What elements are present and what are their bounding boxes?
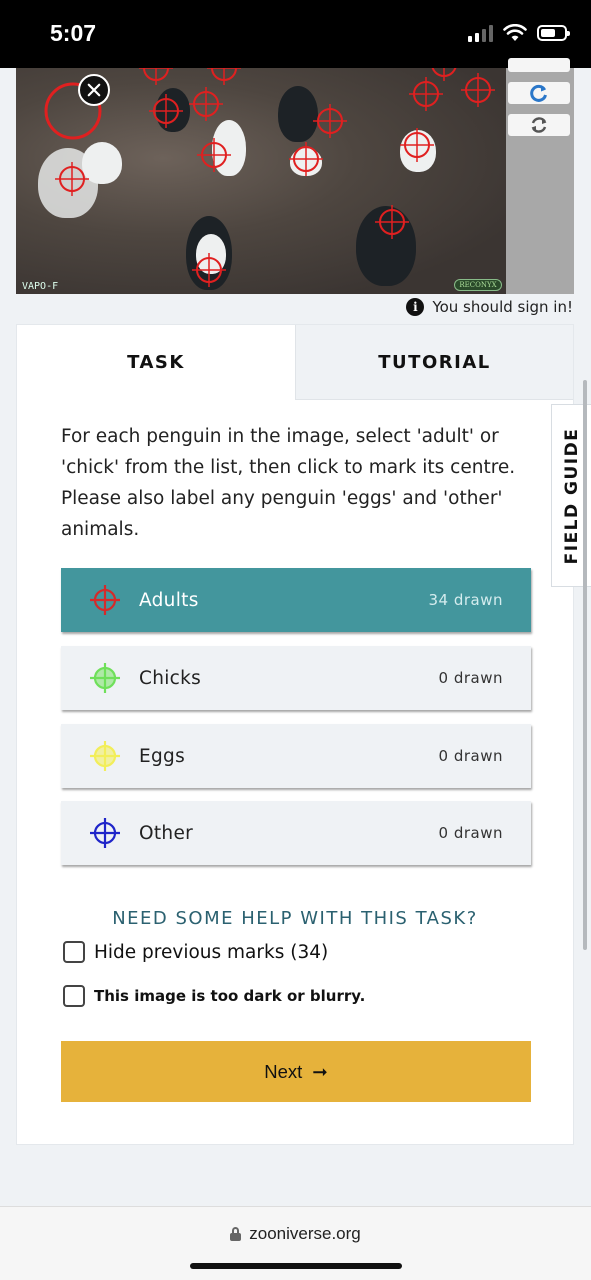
adult-mark[interactable] [192, 253, 226, 287]
answer-label: Other [139, 822, 194, 844]
subject-viewer: VAPO-F RECONYX [16, 58, 574, 294]
sign-in-note: i You should sign in! [406, 298, 573, 316]
home-indicator[interactable] [190, 1263, 402, 1269]
too-dark-checkbox[interactable] [63, 985, 85, 1007]
scrollbar[interactable] [583, 380, 587, 950]
hide-marks-checkbox[interactable] [63, 941, 85, 963]
rotate-icon [531, 117, 547, 133]
crosshair-icon [90, 663, 120, 693]
subject-image[interactable]: VAPO-F RECONYX [16, 68, 506, 294]
answer-count: 0 drawn [438, 669, 503, 687]
crosshair-icon [90, 585, 120, 615]
answer-adults[interactable]: Adults 34 drawn [61, 568, 531, 632]
camera-brand: RECONYX [454, 279, 502, 291]
lock-icon [230, 1227, 242, 1241]
next-button[interactable]: Next ➞ [61, 1041, 531, 1102]
crosshair-icon [90, 741, 120, 771]
refresh-icon [530, 84, 547, 102]
camera-label: VAPO-F [22, 281, 59, 292]
task-tabs: TASK TUTORIAL [17, 325, 573, 400]
field-guide-label: FIELD GUIDE [561, 427, 582, 564]
adult-mark[interactable] [149, 94, 183, 128]
adult-mark[interactable] [139, 68, 173, 85]
reset-view-button[interactable] [508, 82, 570, 104]
adult-mark[interactable] [189, 87, 223, 121]
answer-eggs[interactable]: Eggs 0 drawn [61, 724, 531, 788]
browser-bar: zooniverse.org [0, 1206, 591, 1280]
adult-mark[interactable] [289, 142, 323, 176]
tab-tutorial[interactable]: TUTORIAL [295, 325, 573, 400]
tab-task[interactable]: TASK [17, 325, 295, 400]
adult-mark[interactable] [207, 68, 241, 85]
task-instructions: For each penguin in the image, select 'a… [61, 426, 516, 540]
answer-chicks[interactable]: Chicks 0 drawn [61, 646, 531, 710]
info-icon: i [406, 298, 425, 316]
task-panel: TASK TUTORIAL For each penguin in the im… [16, 324, 574, 1145]
wifi-icon [503, 24, 527, 41]
help-link[interactable]: NEED SOME HELP WITH THIS TASK? [17, 908, 573, 929]
answer-label: Eggs [139, 745, 186, 767]
too-dark-label: This image is too dark or blurry. [94, 987, 366, 1005]
arrow-right-icon: ➞ [312, 1060, 328, 1082]
status-icons [468, 24, 570, 42]
adult-mark[interactable] [313, 104, 347, 138]
hide-marks-label: Hide previous marks (34) [94, 941, 329, 963]
status-bar: 5:07 [0, 0, 591, 68]
adult-mark[interactable] [409, 77, 443, 111]
battery-icon [537, 25, 570, 41]
adult-mark[interactable] [400, 128, 434, 162]
sign-in-text: You should sign in! [432, 298, 573, 316]
toolbar-button[interactable] [508, 58, 570, 72]
answer-label: Adults [139, 589, 199, 611]
image-toolbar [506, 58, 574, 294]
too-dark-option[interactable]: This image is too dark or blurry. [63, 985, 365, 1007]
url-text: zooniverse.org [249, 1224, 361, 1243]
penguin [278, 86, 318, 142]
rotate-button[interactable] [508, 114, 570, 136]
signal-icon [468, 24, 493, 42]
status-time: 5:07 [50, 20, 97, 46]
close-icon[interactable] [78, 74, 110, 106]
crosshair-icon [90, 818, 120, 848]
adult-mark[interactable] [55, 162, 89, 196]
adult-mark[interactable] [427, 68, 461, 81]
adult-mark[interactable] [375, 205, 409, 239]
adult-mark[interactable] [197, 138, 231, 172]
adult-mark[interactable] [461, 73, 495, 107]
answer-count: 34 drawn [428, 591, 503, 609]
url-bar[interactable]: zooniverse.org [0, 1224, 591, 1244]
answer-count: 0 drawn [438, 747, 503, 765]
answer-count: 0 drawn [438, 824, 503, 842]
answer-other[interactable]: Other 0 drawn [61, 801, 531, 865]
hide-marks-option[interactable]: Hide previous marks (34) [63, 941, 328, 963]
next-label: Next [264, 1060, 303, 1082]
answer-label: Chicks [139, 667, 202, 689]
